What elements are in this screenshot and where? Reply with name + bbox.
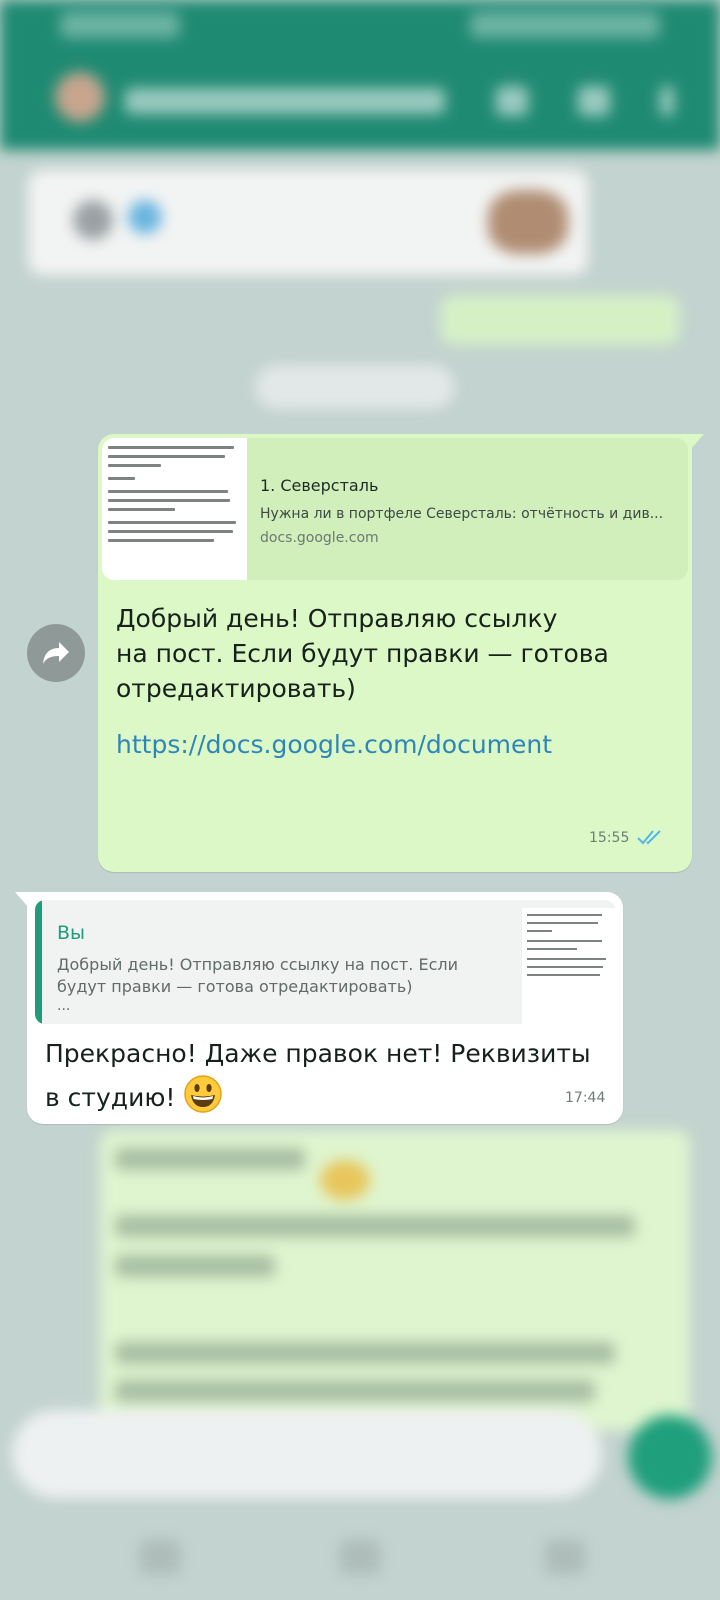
date-divider [255,365,455,409]
link-preview-thumbnail [102,438,247,580]
quote-text: Добрый день! Отправляю ссылку на пост. Е… [57,955,458,996]
reply-text-block: Прекрасно! Даже правок нет! Реквизиты в … [45,1034,605,1118]
video-call-icon[interactable] [496,86,528,116]
quoted-message[interactable]: Вы Добрый день! Отправляю ссылку на пост… [35,900,615,1024]
link-preview-title: 1. Северсталь [260,476,379,495]
message-input[interactable] [12,1410,602,1498]
incoming-message-bubble[interactable]: Вы Добрый день! Отправляю ссылку на пост… [15,892,623,1124]
status-bar-time [60,12,180,38]
link-preview-domain: docs.google.com [260,530,379,546]
forward-button[interactable] [27,624,85,682]
quote-thumbnail [522,908,615,1024]
outgoing-message-bubble[interactable]: 1. Северсталь Нужна ли в портфеле Северс… [98,434,704,872]
grinning-face-icon [184,1075,223,1113]
status-bar-icons [470,12,660,38]
avatar[interactable] [55,72,105,122]
chat-title[interactable] [125,88,445,114]
message-text: Прекрасно! Даже правок нет! Реквизиты в … [45,1039,591,1112]
read-receipt-icon [637,830,661,845]
phone-icon[interactable] [578,86,610,116]
previous-outgoing-message [440,295,680,345]
nav-recents[interactable] [140,1540,180,1574]
link-preview-description: Нужна ли в портфеле Северсталь: отчётнос… [260,506,664,522]
link-preview-card[interactable]: 1. Северсталь Нужна ли в портфеле Северс… [102,438,688,580]
message-time: 15:55 [589,830,630,846]
quote-ellipsis: ... [57,998,71,1014]
nav-home[interactable] [340,1540,380,1574]
nav-back[interactable] [545,1540,585,1574]
previous-message [28,170,588,275]
more-icon[interactable] [660,86,674,116]
voice-message-button[interactable] [628,1415,712,1499]
message-text: Добрый день! Отправляю ссылку на пост. Е… [116,604,609,703]
quote-accent-bar [35,900,42,1024]
message-time: 17:44 [565,1090,606,1106]
quote-author: Вы [57,922,86,944]
forward-icon [43,642,69,664]
message-link[interactable]: https://docs.google.com/document [116,730,552,759]
